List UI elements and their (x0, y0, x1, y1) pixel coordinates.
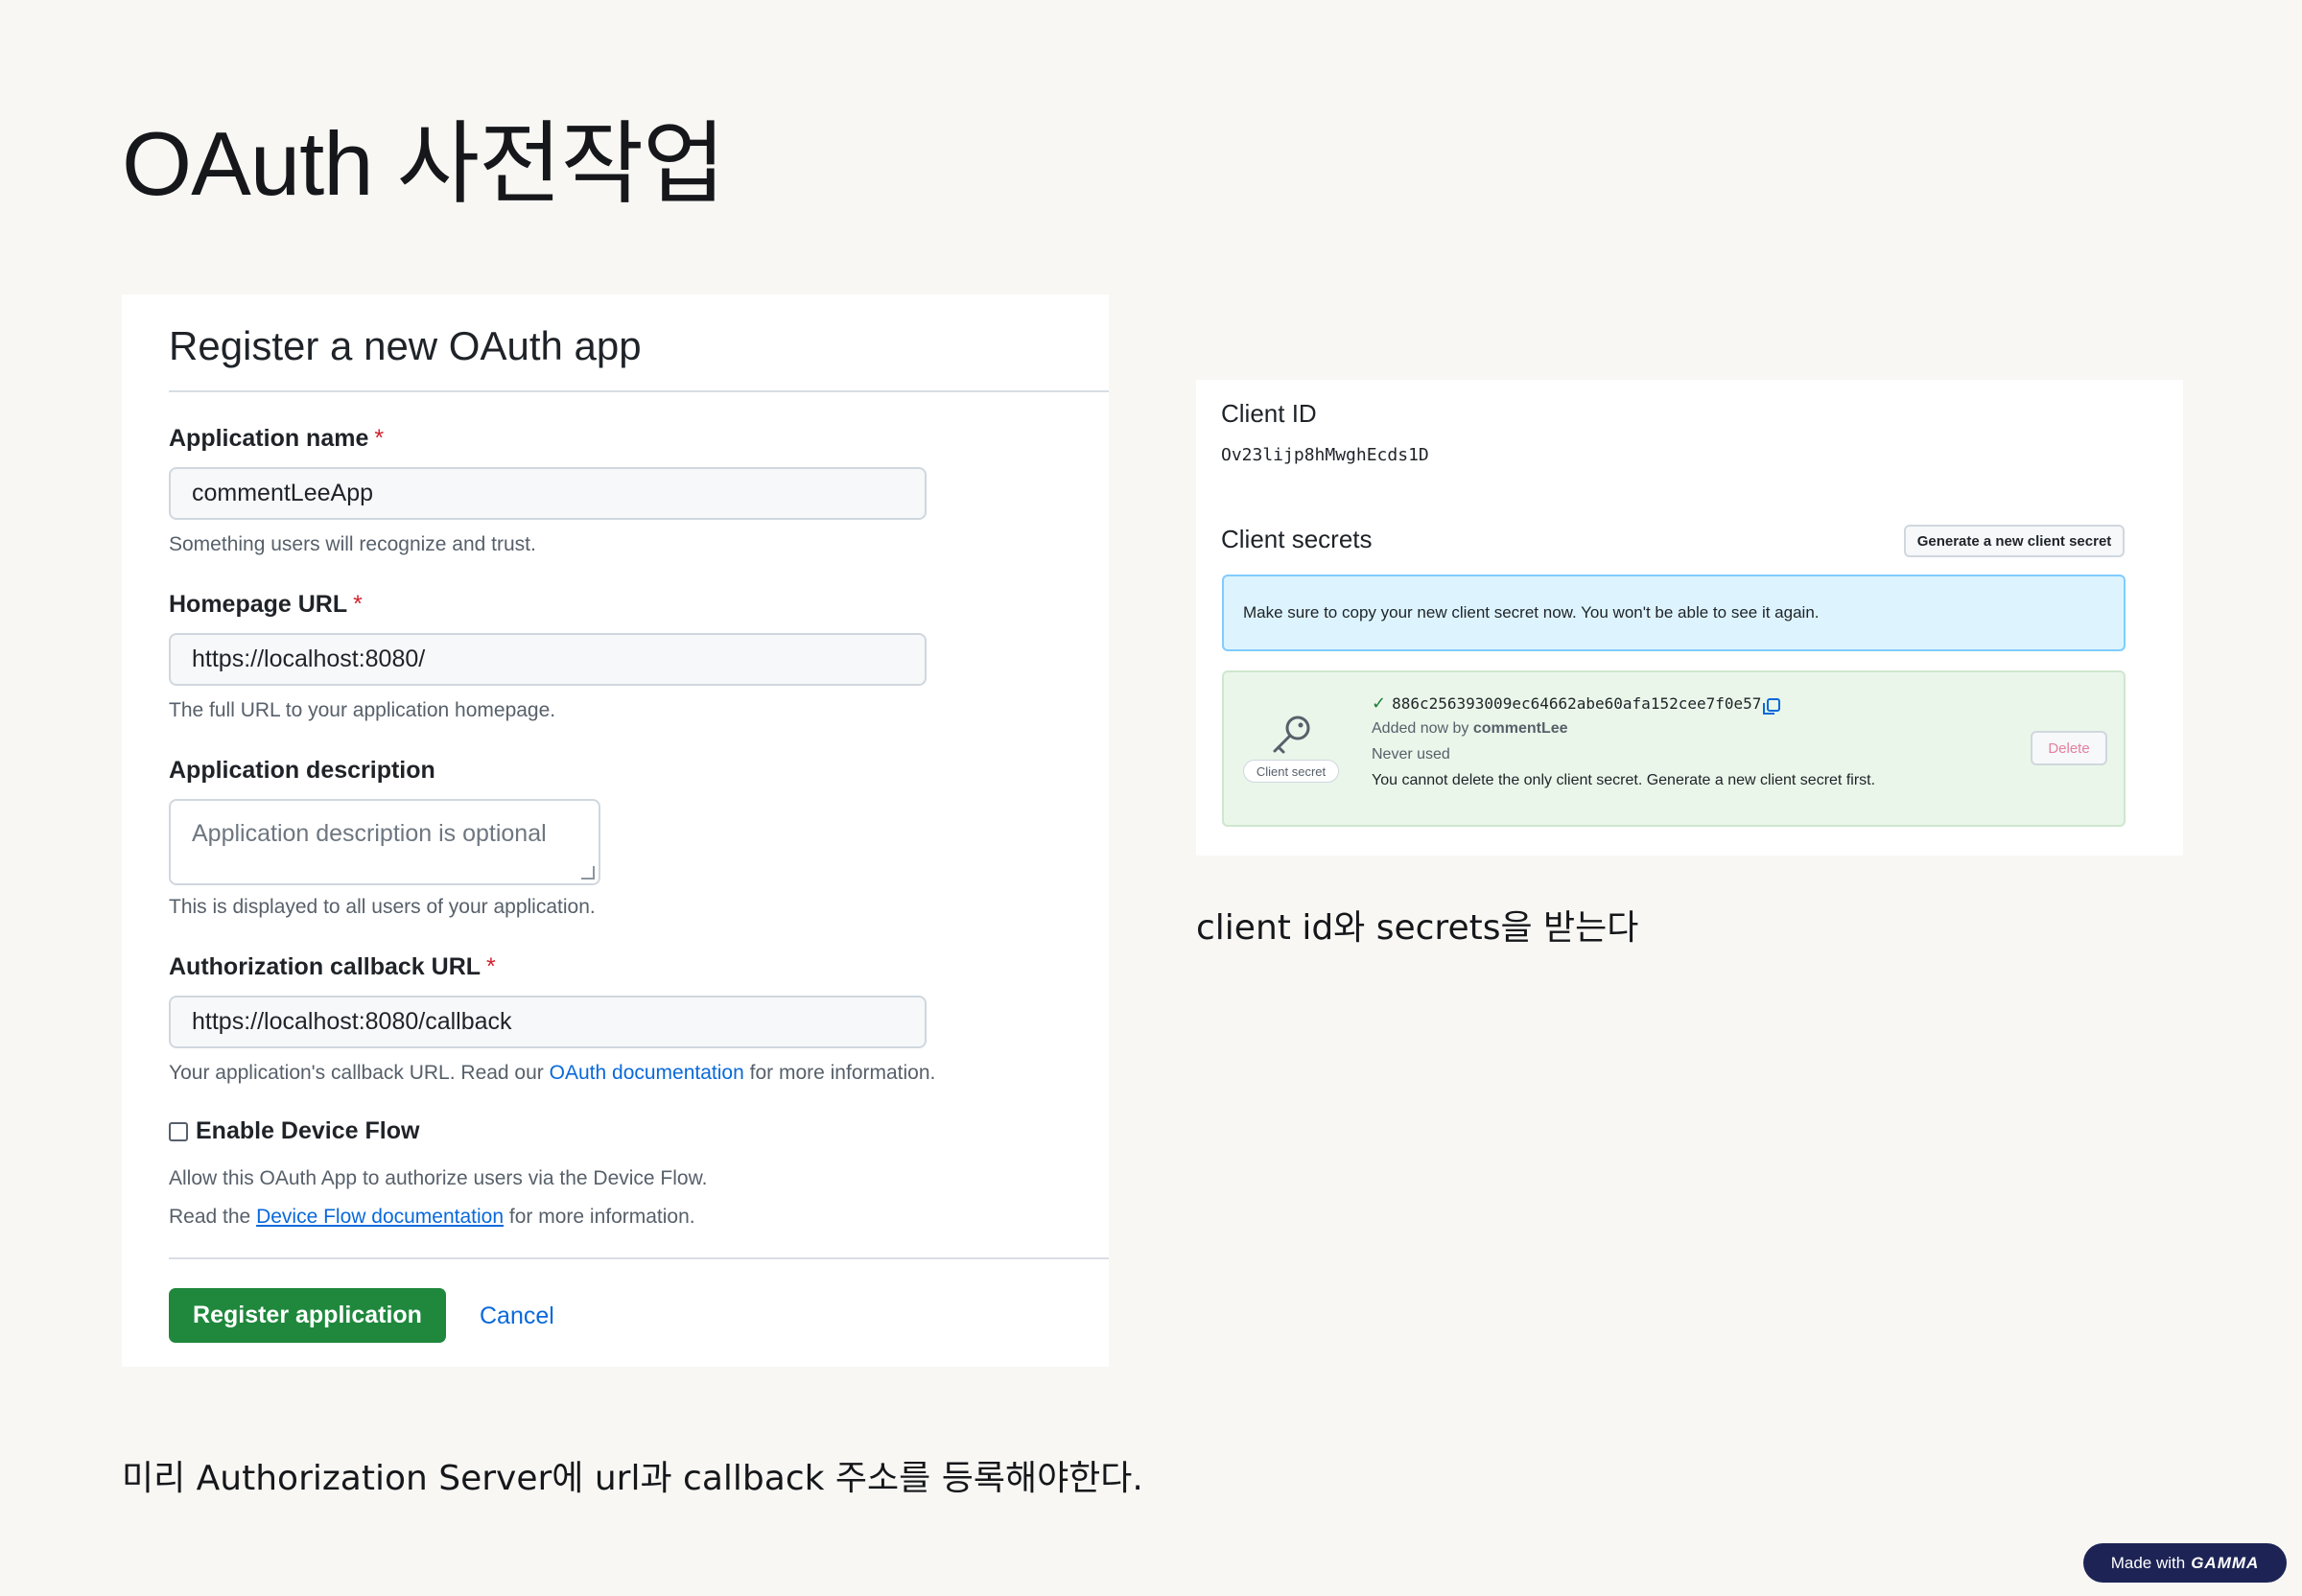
app-description-hint: This is displayed to all users of your a… (169, 896, 596, 918)
client-credentials-screenshot: Client ID Ov23lijp8hMwghEcds1D Client se… (1196, 380, 2183, 856)
key-icon (1273, 716, 1310, 754)
generate-client-secret-button[interactable]: Generate a new client secret (1904, 525, 2125, 557)
secret-value-row: ✓ 886c256393009ec64662abe60afa152cee7f0e5… (1372, 693, 1781, 715)
device-flow-doc-hint: Read the Device Flow documentation for m… (169, 1206, 695, 1228)
oauth-documentation-link[interactable]: OAuth documentation (550, 1062, 744, 1084)
copy-icon[interactable] (1763, 697, 1781, 715)
callback-url-input[interactable]: https://localhost:8080/callback (169, 996, 927, 1048)
secret-author: commentLee (1472, 720, 1568, 737)
made-with-text: Made with (2110, 1553, 2186, 1572)
client-secrets-label: Client secrets (1221, 525, 1373, 553)
client-secret-item: Client secret ✓ 886c256393009ec64662abe60… (1222, 670, 2126, 827)
client-id-label: Client ID (1221, 399, 1317, 428)
made-with-gamma-badge[interactable]: Made with GAMMA (2083, 1543, 2287, 1583)
required-mark: * (374, 425, 385, 452)
register-heading: Register a new OAuth app (169, 323, 642, 368)
footer-divider (169, 1257, 1109, 1259)
slide-title: OAuth 사전작업 (122, 113, 726, 214)
required-mark: * (353, 591, 363, 618)
heading-divider (169, 390, 1109, 392)
delete-secret-button[interactable]: Delete (2031, 731, 2107, 765)
client-secret-badge: Client secret (1243, 760, 1339, 783)
device-flow-label[interactable]: Enable Device Flow (196, 1117, 419, 1145)
app-name-label: Application name * (169, 425, 385, 452)
client-id-value: Ov23lijp8hMwghEcds1D (1221, 445, 1429, 465)
homepage-url-label: Homepage URL * (169, 591, 363, 618)
caption-right: client id와 secrets을 받는다 (1196, 908, 1639, 948)
register-application-button[interactable]: Register application (169, 1288, 446, 1343)
description-placeholder: Application description is optional (192, 820, 547, 847)
check-icon: ✓ (1372, 693, 1387, 713)
app-name-hint: Something users will recognize and trust… (169, 533, 536, 555)
secret-value: 886c256393009ec64662abe60afa152cee7f0e57 (1392, 694, 1762, 713)
secret-usage: Never used (1372, 746, 1450, 763)
cancel-link[interactable]: Cancel (480, 1303, 554, 1330)
device-flow-row: Enable Device Flow (169, 1117, 419, 1145)
copy-secret-flash: Make sure to copy your new client secret… (1222, 575, 2126, 651)
app-description-textarea[interactable]: Application description is optional (169, 799, 600, 885)
app-description-label: Application description (169, 757, 435, 784)
callback-url-hint: Your application's callback URL. Read ou… (169, 1062, 936, 1084)
device-flow-documentation-link[interactable]: Device Flow documentation (256, 1206, 504, 1228)
device-flow-hint: Allow this OAuth App to authorize users … (169, 1167, 708, 1189)
secret-delete-note: You cannot delete the only client secret… (1372, 772, 1876, 788)
register-oauth-app-screenshot: Register a new OAuth app Application nam… (122, 294, 1109, 1367)
gamma-logo: GAMMA (2191, 1553, 2260, 1572)
secret-added-by: Added now by commentLee (1372, 720, 1568, 737)
homepage-url-hint: The full URL to your application homepag… (169, 699, 556, 721)
callback-url-label: Authorization callback URL * (169, 953, 496, 980)
caption-left: 미리 Authorization Server에 url과 callback 주… (122, 1459, 1143, 1498)
resize-handle-icon[interactable] (581, 866, 595, 880)
homepage-url-input[interactable]: https://localhost:8080/ (169, 633, 927, 686)
app-name-input[interactable]: commentLeeApp (169, 467, 927, 520)
required-mark: * (486, 953, 496, 980)
device-flow-checkbox[interactable] (169, 1121, 188, 1141)
